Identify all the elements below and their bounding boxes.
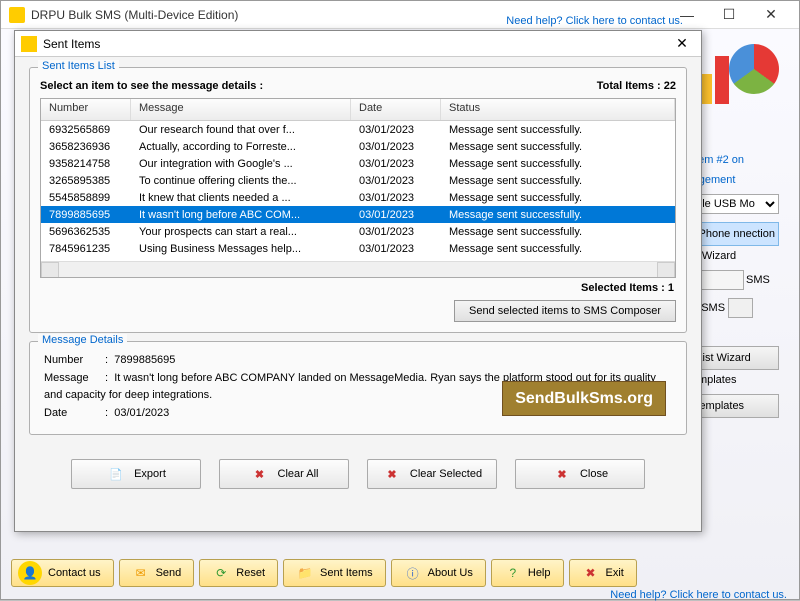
contact-us-button[interactable]: 👤Contact us [11,559,114,587]
col-number[interactable]: Number [41,99,131,120]
send-button[interactable]: ✉Send [119,559,195,587]
cell-message: To continue offering clients the... [131,174,351,188]
detail-number: 7899885695 [114,354,175,366]
clear-all-button[interactable]: ✖Clear All [219,459,349,489]
cell-message: Actually, according to Forreste... [131,140,351,154]
cell-date: 03/01/2023 [351,225,441,239]
cell-date: 03/01/2023 [351,208,441,222]
dialog-help-link[interactable]: Need help? Click here to contact us. [506,15,683,485]
prompt-text: Select an item to see the message detail… [40,80,263,92]
person-icon: 👤 [18,561,42,585]
detail-date: 03/01/2023 [114,407,169,419]
refresh-icon: ⟳ [212,564,230,582]
app-icon [9,7,25,23]
list-legend: Sent Items List [38,60,119,72]
clear-selected-icon: ✖ [382,464,402,484]
failed-sms-dropdown[interactable] [728,298,753,318]
dialog-icon [21,36,37,52]
export-button[interactable]: 📄Export [71,459,201,489]
cell-date: 03/01/2023 [351,242,441,256]
exit-icon: ✖ [582,564,600,582]
close-button[interactable]: ✕ [751,3,791,27]
cell-number: 7845961235 [41,242,131,256]
cell-date: 03/01/2023 [351,174,441,188]
help-button[interactable]: ?Help [491,559,564,587]
cell-message: Your prospects can start a real... [131,225,351,239]
col-message[interactable]: Message [131,99,351,120]
cell-number: 3265895385 [41,174,131,188]
cell-message: It knew that clients needed a ... [131,191,351,205]
cell-number: 9358214758 [41,157,131,171]
cell-message: Using Business Messages help... [131,242,351,256]
cell-number: 6932565869 [41,123,131,137]
cell-number: 5545858899 [41,191,131,205]
sent-items-dialog: Sent Items ✕ Sent Items List Select an i… [14,30,702,532]
exit-button[interactable]: ✖Exit [569,559,637,587]
close-icon: ✖ [552,464,572,484]
dialog-footer: 📄Export ✖Clear All ✖Clear Selected ✖Clos… [15,453,701,499]
help-icon: ? [504,564,522,582]
main-help-link[interactable]: Need help? Click here to contact us. [610,589,787,601]
cell-number: 3658236936 [41,140,131,154]
cell-number: 5696362535 [41,225,131,239]
col-date[interactable]: Date [351,99,441,120]
export-icon: 📄 [106,464,126,484]
sent-items-button[interactable]: 📁Sent Items [283,559,386,587]
clear-selected-button[interactable]: ✖Clear Selected [367,459,497,489]
cell-number: 7899885695 [41,208,131,222]
cell-message: Our integration with Google's ... [131,157,351,171]
envelope-icon: ✉ [132,564,150,582]
details-legend: Message Details [38,334,127,346]
reset-button[interactable]: ⟳Reset [199,559,278,587]
cell-date: 03/01/2023 [351,157,441,171]
cell-date: 03/01/2023 [351,140,441,154]
dialog-close-footer-button[interactable]: ✖Close [515,459,645,489]
cell-message: Our research found that over f... [131,123,351,137]
info-icon: ⓘ [404,564,422,582]
bottom-toolbar: 👤Contact us ✉Send ⟳Reset 📁Sent Items ⓘAb… [11,557,789,589]
maximize-button[interactable]: ☐ [709,3,749,27]
about-button[interactable]: ⓘAbout Us [391,559,486,587]
clear-all-icon: ✖ [250,464,270,484]
cell-message: It wasn't long before ABC COM... [131,208,351,222]
folder-icon: 📁 [296,564,314,582]
cell-date: 03/01/2023 [351,191,441,205]
cell-date: 03/01/2023 [351,123,441,137]
